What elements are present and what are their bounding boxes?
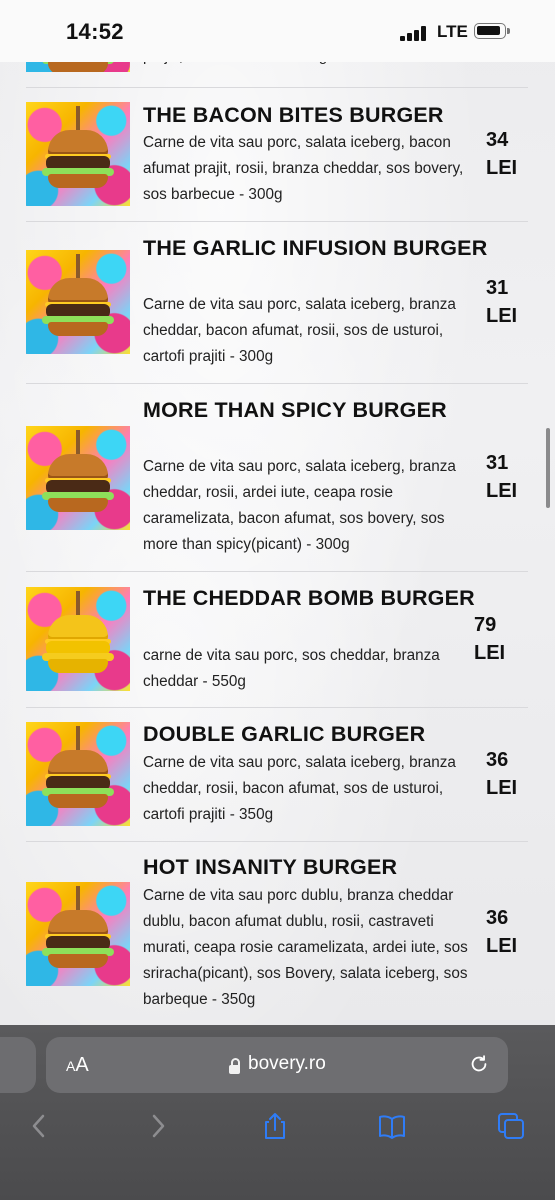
scrollbar[interactable] — [546, 428, 550, 508]
divider — [26, 571, 528, 572]
status-time: 14:52 — [66, 19, 124, 44]
menu-item-name[interactable]: THE CHEDDAR BOMB BURGER — [143, 584, 488, 612]
menu-item-price: 36 LEI — [486, 746, 517, 802]
url-text[interactable]: bovery.ro — [248, 1053, 326, 1075]
divider — [26, 841, 528, 842]
menu-item-description: Carne de vita sau porc, salata iceberg, … — [143, 754, 456, 823]
menu-item-name[interactable]: THE BACON BITES BURGER — [143, 101, 488, 129]
price-value: 31 — [486, 277, 509, 299]
address-bar[interactable]: AA bovery.ro — [46, 1037, 508, 1093]
menu-item-name[interactable]: MORE THAN SPICY BURGER — [143, 396, 488, 424]
menu-item-name[interactable]: HOT INSANITY BURGER — [143, 853, 488, 881]
menu-item-name[interactable]: DOUBLE GARLIC BURGER — [143, 720, 488, 748]
menu-item-image[interactable] — [26, 250, 130, 354]
bookmarks-icon[interactable] — [377, 1111, 407, 1141]
share-icon[interactable] — [260, 1111, 290, 1141]
menu-item-price: 34 LEI — [486, 126, 517, 182]
price-currency: LEI — [486, 157, 518, 179]
menu-item-image[interactable] — [26, 722, 130, 826]
menu-item-price: 31 LEI — [486, 449, 517, 505]
menu-item-price: 31 LEI — [486, 274, 517, 330]
menu-item-price: 79 LEI — [474, 611, 505, 667]
menu-item-image[interactable] — [26, 587, 130, 691]
price-currency: LEI — [486, 777, 518, 799]
menu-item-description: Carne de vita sau porc, salata iceberg, … — [143, 134, 464, 203]
tabs-icon[interactable] — [496, 1111, 526, 1141]
price-value: 79 — [474, 614, 497, 636]
back-icon[interactable] — [24, 1111, 54, 1141]
menu-item-description: carne de vita sau porc, sos cheddar, bra… — [143, 647, 440, 690]
menu-item-description: Carne de vita sau porc dublu, branza che… — [143, 887, 468, 1008]
menu-item-image[interactable] — [26, 102, 130, 206]
menu-item-description: Carne de vita sau porc, salata iceberg, … — [143, 458, 456, 553]
price-value: 36 — [486, 907, 509, 929]
divider — [26, 707, 528, 708]
cellular-signal-icon — [400, 26, 428, 41]
lock-icon — [229, 1058, 240, 1074]
price-currency: LEI — [486, 935, 518, 957]
price-value: 34 — [486, 129, 509, 151]
status-bar: 14:52 LTE — [0, 0, 555, 62]
text-size-button[interactable]: AA — [66, 1054, 89, 1077]
divider — [26, 87, 528, 88]
reload-icon[interactable] — [468, 1053, 490, 1075]
menu-item-name[interactable]: THE GARLIC INFUSION BURGER — [143, 234, 488, 262]
battery-icon — [474, 23, 510, 39]
menu-item-price: 36 LEI — [486, 904, 517, 960]
price-value: 36 — [486, 749, 509, 771]
price-currency: LEI — [486, 480, 518, 502]
price-value: 31 — [486, 452, 509, 474]
price-currency: LEI — [486, 305, 518, 327]
price-currency: LEI — [474, 642, 506, 664]
menu-item-description: Carne de vita sau porc, salata iceberg, … — [143, 296, 456, 365]
browser-toolbar: AA bovery.ro — [0, 1025, 555, 1200]
forward-icon[interactable] — [143, 1111, 173, 1141]
menu-item-image[interactable] — [26, 426, 130, 530]
divider — [26, 221, 528, 222]
previous-tab-preview[interactable] — [0, 1037, 36, 1093]
menu-item-image[interactable] — [26, 882, 130, 986]
network-label: LTE — [437, 22, 468, 41]
divider — [26, 383, 528, 384]
